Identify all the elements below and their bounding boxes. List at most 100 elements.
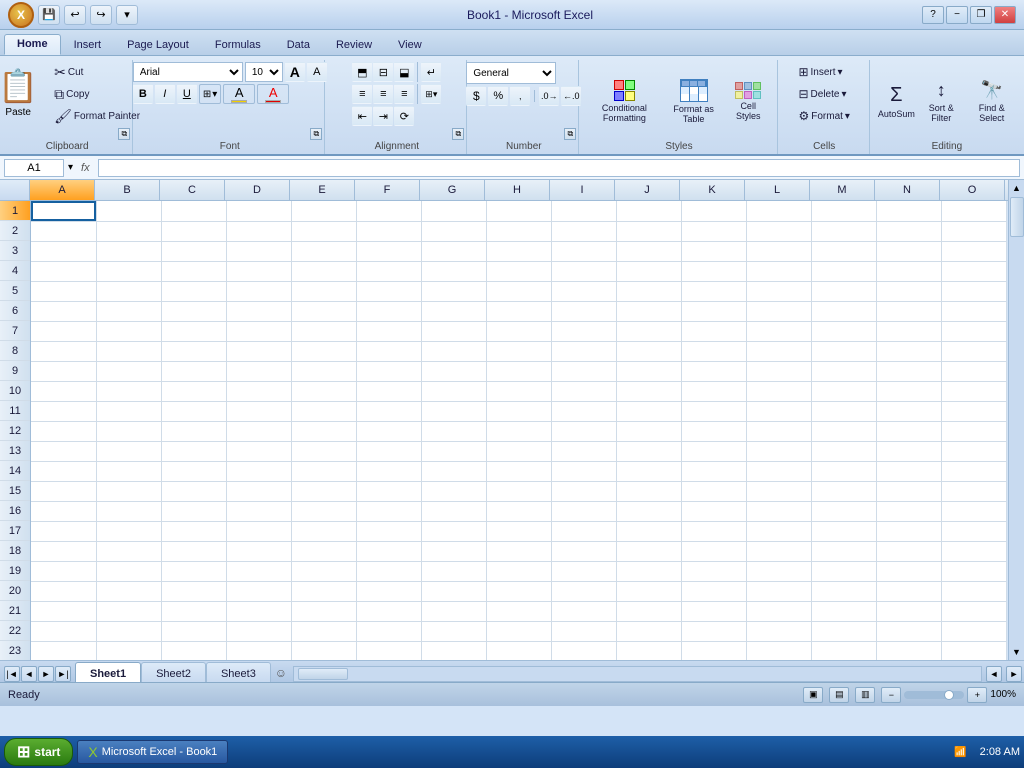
cell-D22[interactable] (226, 621, 291, 641)
cell-E18[interactable] (291, 541, 356, 561)
row-header-10[interactable]: 10 (0, 381, 30, 401)
cell-G9[interactable] (421, 361, 486, 381)
cell-N12[interactable] (876, 421, 941, 441)
cell-H16[interactable] (486, 501, 551, 521)
cell-I7[interactable] (551, 321, 616, 341)
cell-F22[interactable] (356, 621, 421, 641)
cell-F1[interactable] (356, 201, 421, 221)
scroll-thumb[interactable] (1010, 197, 1024, 237)
cell-O15[interactable] (941, 481, 1006, 501)
cell-I2[interactable] (551, 221, 616, 241)
cell-K18[interactable] (681, 541, 746, 561)
cell-E2[interactable] (291, 221, 356, 241)
cell-A17[interactable] (31, 521, 96, 541)
cell-J17[interactable] (616, 521, 681, 541)
minimize-btn[interactable]: − (946, 6, 968, 24)
cell-I22[interactable] (551, 621, 616, 641)
cell-M17[interactable] (811, 521, 876, 541)
tab-page-layout[interactable]: Page Layout (114, 35, 202, 55)
cell-N23[interactable] (876, 641, 941, 660)
cell-M22[interactable] (811, 621, 876, 641)
cell-K4[interactable] (681, 261, 746, 281)
cell-D13[interactable] (226, 441, 291, 461)
cell-B16[interactable] (96, 501, 161, 521)
cell-F17[interactable] (356, 521, 421, 541)
cell-D18[interactable] (226, 541, 291, 561)
help-btn[interactable]: ? (922, 6, 944, 24)
wrap-text-btn[interactable]: ↵ (421, 62, 441, 82)
row-header-2[interactable]: 2 (0, 221, 30, 241)
cell-M16[interactable] (811, 501, 876, 521)
cell-B2[interactable] (96, 221, 161, 241)
cell-N7[interactable] (876, 321, 941, 341)
cell-J20[interactable] (616, 581, 681, 601)
formula-input[interactable] (98, 159, 1020, 177)
cell-M3[interactable] (811, 241, 876, 261)
cell-G5[interactable] (421, 281, 486, 301)
taskbar-excel-item[interactable]: X Microsoft Excel - Book1 (77, 740, 228, 764)
cell-F14[interactable] (356, 461, 421, 481)
cell-L4[interactable] (746, 261, 811, 281)
cell-M4[interactable] (811, 261, 876, 281)
cell-J8[interactable] (616, 341, 681, 361)
cell-G15[interactable] (421, 481, 486, 501)
office-logo[interactable]: X (8, 2, 34, 28)
cell-B20[interactable] (96, 581, 161, 601)
cell-F18[interactable] (356, 541, 421, 561)
cell-M9[interactable] (811, 361, 876, 381)
cell-G20[interactable] (421, 581, 486, 601)
cell-O22[interactable] (941, 621, 1006, 641)
format-painter-button[interactable]: 🖌Format Painter (49, 106, 145, 126)
col-header-O[interactable]: O (940, 180, 1005, 200)
cell-F3[interactable] (356, 241, 421, 261)
insert-cells-button[interactable]: ⊞ Insert▾ (793, 62, 847, 82)
cell-C11[interactable] (161, 401, 226, 421)
cell-F8[interactable] (356, 341, 421, 361)
cell-L2[interactable] (746, 221, 811, 241)
cell-O21[interactable] (941, 601, 1006, 621)
cell-B19[interactable] (96, 561, 161, 581)
cell-I18[interactable] (551, 541, 616, 561)
cell-C18[interactable] (161, 541, 226, 561)
cell-B23[interactable] (96, 641, 161, 660)
cell-O5[interactable] (941, 281, 1006, 301)
cell-E13[interactable] (291, 441, 356, 461)
cell-L17[interactable] (746, 521, 811, 541)
cell-H2[interactable] (486, 221, 551, 241)
quick-undo-btn[interactable]: ↩ (64, 5, 86, 25)
cell-G12[interactable] (421, 421, 486, 441)
cell-L8[interactable] (746, 341, 811, 361)
decrease-font-btn[interactable]: A (307, 62, 327, 82)
row-header-8[interactable]: 8 (0, 341, 30, 361)
bold-button[interactable]: B (133, 84, 153, 104)
decrease-decimal-btn[interactable]: ←.0 (561, 86, 581, 106)
cell-N9[interactable] (876, 361, 941, 381)
cell-K17[interactable] (681, 521, 746, 541)
cell-K23[interactable] (681, 641, 746, 660)
zoom-thumb[interactable] (944, 690, 954, 700)
cell-D8[interactable] (226, 341, 291, 361)
cell-K7[interactable] (681, 321, 746, 341)
cell-A15[interactable] (31, 481, 96, 501)
cell-A5[interactable] (31, 281, 96, 301)
cell-K3[interactable] (681, 241, 746, 261)
cell-N2[interactable] (876, 221, 941, 241)
cell-D9[interactable] (226, 361, 291, 381)
cell-H19[interactable] (486, 561, 551, 581)
sheet-tab-2[interactable]: Sheet2 (141, 662, 206, 682)
cell-F11[interactable] (356, 401, 421, 421)
cell-A6[interactable] (31, 301, 96, 321)
row-header-16[interactable]: 16 (0, 501, 30, 521)
cell-C19[interactable] (161, 561, 226, 581)
cell-O9[interactable] (941, 361, 1006, 381)
cell-J22[interactable] (616, 621, 681, 641)
cell-L5[interactable] (746, 281, 811, 301)
cell-C14[interactable] (161, 461, 226, 481)
cell-F10[interactable] (356, 381, 421, 401)
cell-H11[interactable] (486, 401, 551, 421)
cell-J19[interactable] (616, 561, 681, 581)
cell-F5[interactable] (356, 281, 421, 301)
cell-K22[interactable] (681, 621, 746, 641)
corner-cell[interactable] (0, 180, 30, 200)
cell-I21[interactable] (551, 601, 616, 621)
